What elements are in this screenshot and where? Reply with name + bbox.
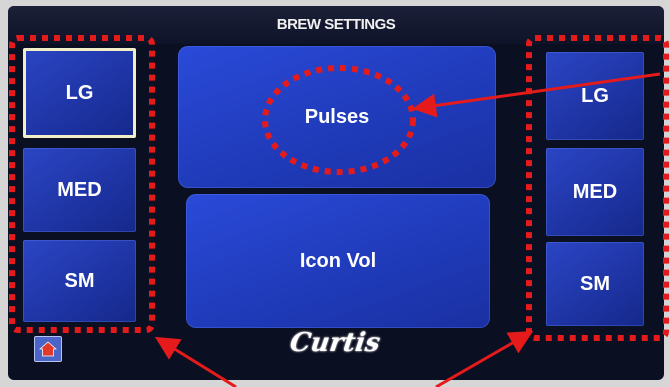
- left-size-button-med[interactable]: MED: [23, 148, 136, 232]
- home-button[interactable]: [34, 336, 62, 362]
- home-icon: [39, 341, 57, 357]
- left-size-label: SM: [64, 269, 95, 292]
- right-size-label: SM: [580, 272, 610, 295]
- right-size-label: LG: [581, 84, 609, 107]
- left-size-button-lg[interactable]: LG: [23, 48, 136, 138]
- left-size-label: LG: [65, 81, 94, 104]
- top-bar: BREW SETTINGS: [8, 6, 664, 44]
- right-size-label: MED: [572, 180, 618, 203]
- right-size-button-lg[interactable]: LG: [546, 52, 644, 140]
- left-size-label: MED: [57, 178, 102, 201]
- pulses-label: Pulses: [304, 105, 370, 128]
- icon-vol-label: Icon Vol: [299, 249, 377, 272]
- right-size-button-sm[interactable]: SM: [546, 242, 644, 326]
- left-size-button-sm[interactable]: SM: [23, 240, 136, 322]
- right-size-button-med[interactable]: MED: [546, 148, 644, 236]
- curtis-logo: Curtis: [287, 328, 383, 358]
- icon-vol-button[interactable]: Icon Vol: [186, 194, 490, 328]
- page-title: BREW SETTINGS: [276, 16, 396, 33]
- pulses-button[interactable]: Pulses: [178, 46, 496, 188]
